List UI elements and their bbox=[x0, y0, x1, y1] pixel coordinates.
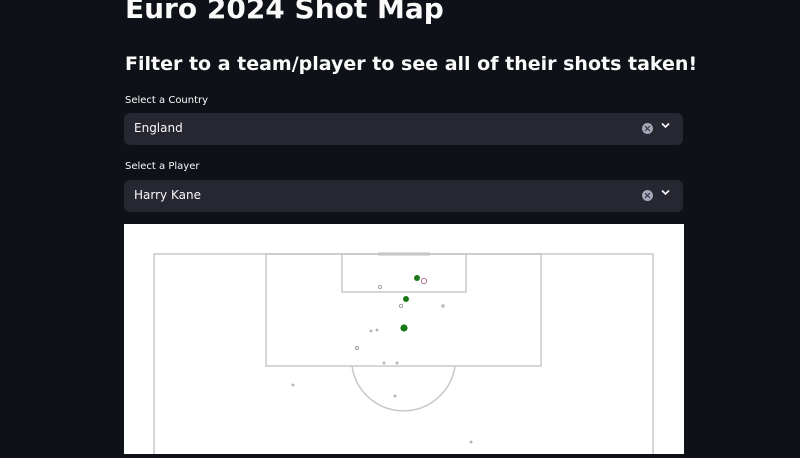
page-subtitle: Filter to a team/player to see all of th… bbox=[125, 53, 698, 75]
goal-shot-marker bbox=[403, 296, 409, 302]
shot-marker bbox=[420, 277, 428, 285]
chevron-down-icon[interactable] bbox=[661, 122, 670, 130]
penalty-area bbox=[265, 253, 542, 367]
shot-marker bbox=[377, 284, 383, 290]
penalty-arc bbox=[351, 365, 456, 412]
country-select-label: Select a Country bbox=[125, 95, 209, 106]
goal-shot-marker bbox=[400, 324, 408, 332]
shot-map-panel bbox=[124, 224, 684, 454]
goal-shot-marker bbox=[414, 275, 420, 281]
six-yard-box bbox=[341, 253, 467, 293]
shot-marker bbox=[393, 394, 397, 398]
country-select-value: England bbox=[134, 121, 183, 135]
player-select[interactable]: Harry Kane bbox=[124, 180, 683, 212]
player-select-value: Harry Kane bbox=[134, 188, 201, 202]
shot-markers bbox=[291, 275, 473, 444]
pitch-outline bbox=[153, 253, 654, 454]
shot-marker bbox=[355, 346, 359, 350]
shot-map-pitch bbox=[153, 252, 654, 454]
shot-marker bbox=[291, 383, 295, 387]
clear-icon[interactable] bbox=[642, 123, 653, 134]
page-title: Euro 2024 Shot Map bbox=[125, 0, 444, 25]
shot-marker bbox=[441, 304, 445, 308]
shot-marker bbox=[375, 328, 379, 332]
shot-marker bbox=[382, 361, 386, 365]
clear-icon[interactable] bbox=[642, 190, 653, 201]
chevron-down-icon[interactable] bbox=[661, 189, 670, 197]
player-select-label: Select a Player bbox=[125, 161, 200, 172]
shot-marker bbox=[469, 440, 473, 444]
shot-marker bbox=[398, 303, 404, 309]
shot-marker bbox=[395, 361, 399, 365]
shot-marker bbox=[369, 329, 373, 333]
country-select[interactable]: England bbox=[124, 113, 683, 145]
